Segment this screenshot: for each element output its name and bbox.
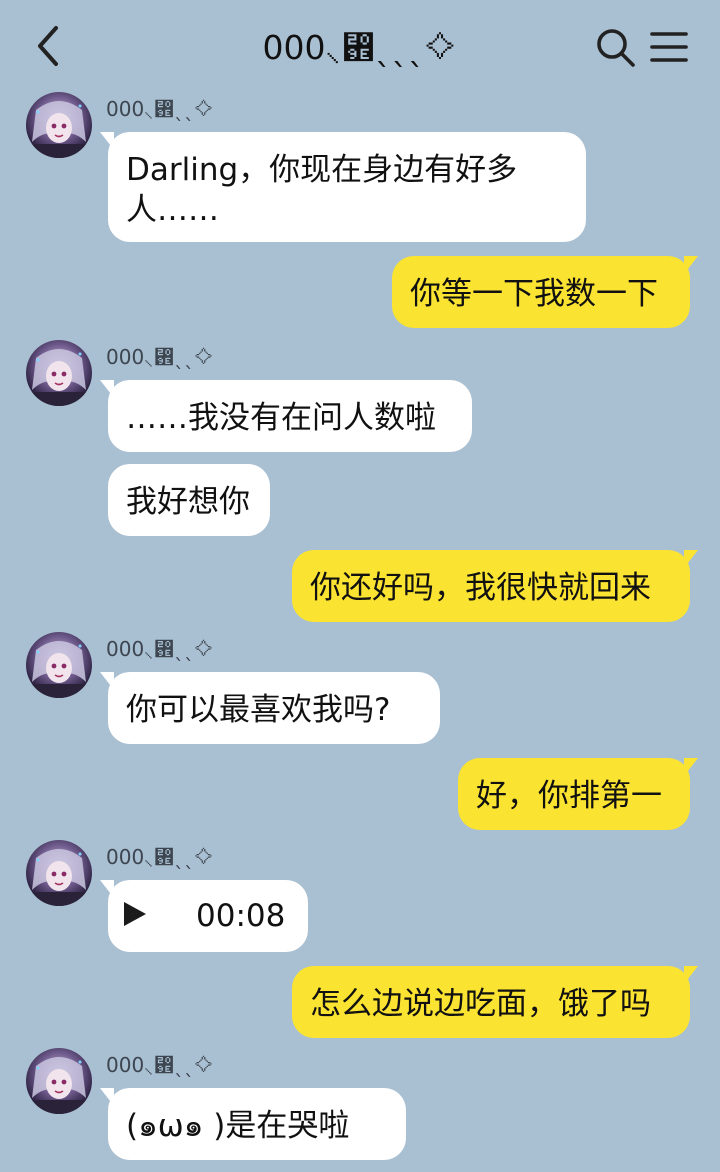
message-text: (๑ω๑ )是在哭啦 (126, 1108, 350, 1144)
message-text: 好，你排第一 (476, 778, 662, 814)
bubble-tail (684, 966, 698, 984)
sender-name: 000⸜₞ˎˎ⟡ (106, 845, 215, 869)
message-bubble[interactable]: 你还好吗，我很快就回来 (292, 550, 698, 622)
message-text: 你还好吗，我很快就回来 (310, 570, 651, 606)
message-bubble[interactable]: 你可以最喜欢我吗? (100, 672, 440, 744)
play-icon[interactable] (124, 902, 146, 926)
sender-name: 000⸜₞ˎˎ⟡ (106, 1053, 215, 1077)
avatar-image (26, 340, 92, 406)
bubble-tail (684, 256, 698, 274)
sender-name: 000⸜₞ˎˎ⟡ (106, 345, 215, 369)
hamburger-menu-icon (650, 32, 688, 62)
bubble-tail (100, 880, 114, 898)
message-bubble[interactable]: ……我没有在问人数啦 (100, 380, 472, 452)
message-bubble[interactable]: (๑ω๑ )是在哭啦 (100, 1088, 406, 1160)
avatar[interactable] (26, 632, 92, 698)
avatar[interactable] (26, 1048, 92, 1114)
avatar[interactable] (26, 92, 92, 158)
avatar-image (26, 1048, 92, 1114)
message-bubble[interactable]: Darling，你现在身边有好多 人…… (100, 132, 586, 242)
message-text: Darling，你现在身边有好多 人…… (126, 152, 518, 228)
message-bubble[interactable]: 我好想你 (108, 464, 270, 536)
avatar-image (26, 840, 92, 906)
chat-title: 000⸜₞ˎˎˎ⟡ (262, 28, 458, 67)
bubble-tail (684, 550, 698, 568)
avatar-image (26, 632, 92, 698)
bubble-tail (100, 672, 114, 690)
message-bubble[interactable]: 怎么边说边吃面，饿了吗 (292, 966, 698, 1038)
avatar[interactable] (26, 340, 92, 406)
message-text: 你可以最喜欢我吗? (126, 692, 391, 728)
avatar[interactable] (26, 840, 92, 906)
avatar-image (26, 92, 92, 158)
message-text: 我好想你 (126, 484, 250, 520)
message-bubble[interactable]: 你等一下我数一下 (392, 256, 698, 328)
message-text: 你等一下我数一下 (410, 276, 658, 312)
message-text: 怎么边说边吃面，饿了吗 (310, 986, 651, 1022)
bubble-tail (684, 758, 698, 776)
message-text: ……我没有在问人数啦 (126, 400, 436, 436)
voice-duration: 00:08 (196, 898, 286, 934)
sender-name: 000⸜₞ˎˎ⟡ (106, 637, 215, 661)
search-button[interactable] (592, 24, 638, 70)
search-icon (597, 29, 635, 67)
bubble-tail (100, 1088, 114, 1106)
sender-name: 000⸜₞ˎˎ⟡ (106, 97, 215, 121)
top-bar: 000⸜₞ˎˎˎ⟡ (0, 0, 720, 92)
voice-message-bubble[interactable]: 00:08 (100, 880, 308, 952)
bubble-tail (100, 132, 114, 150)
bubble-tail (100, 380, 114, 398)
message-bubble[interactable]: 好，你排第一 (458, 758, 698, 830)
chevron-left-icon (38, 26, 58, 66)
back-button[interactable] (26, 20, 74, 72)
menu-button[interactable] (646, 24, 692, 70)
